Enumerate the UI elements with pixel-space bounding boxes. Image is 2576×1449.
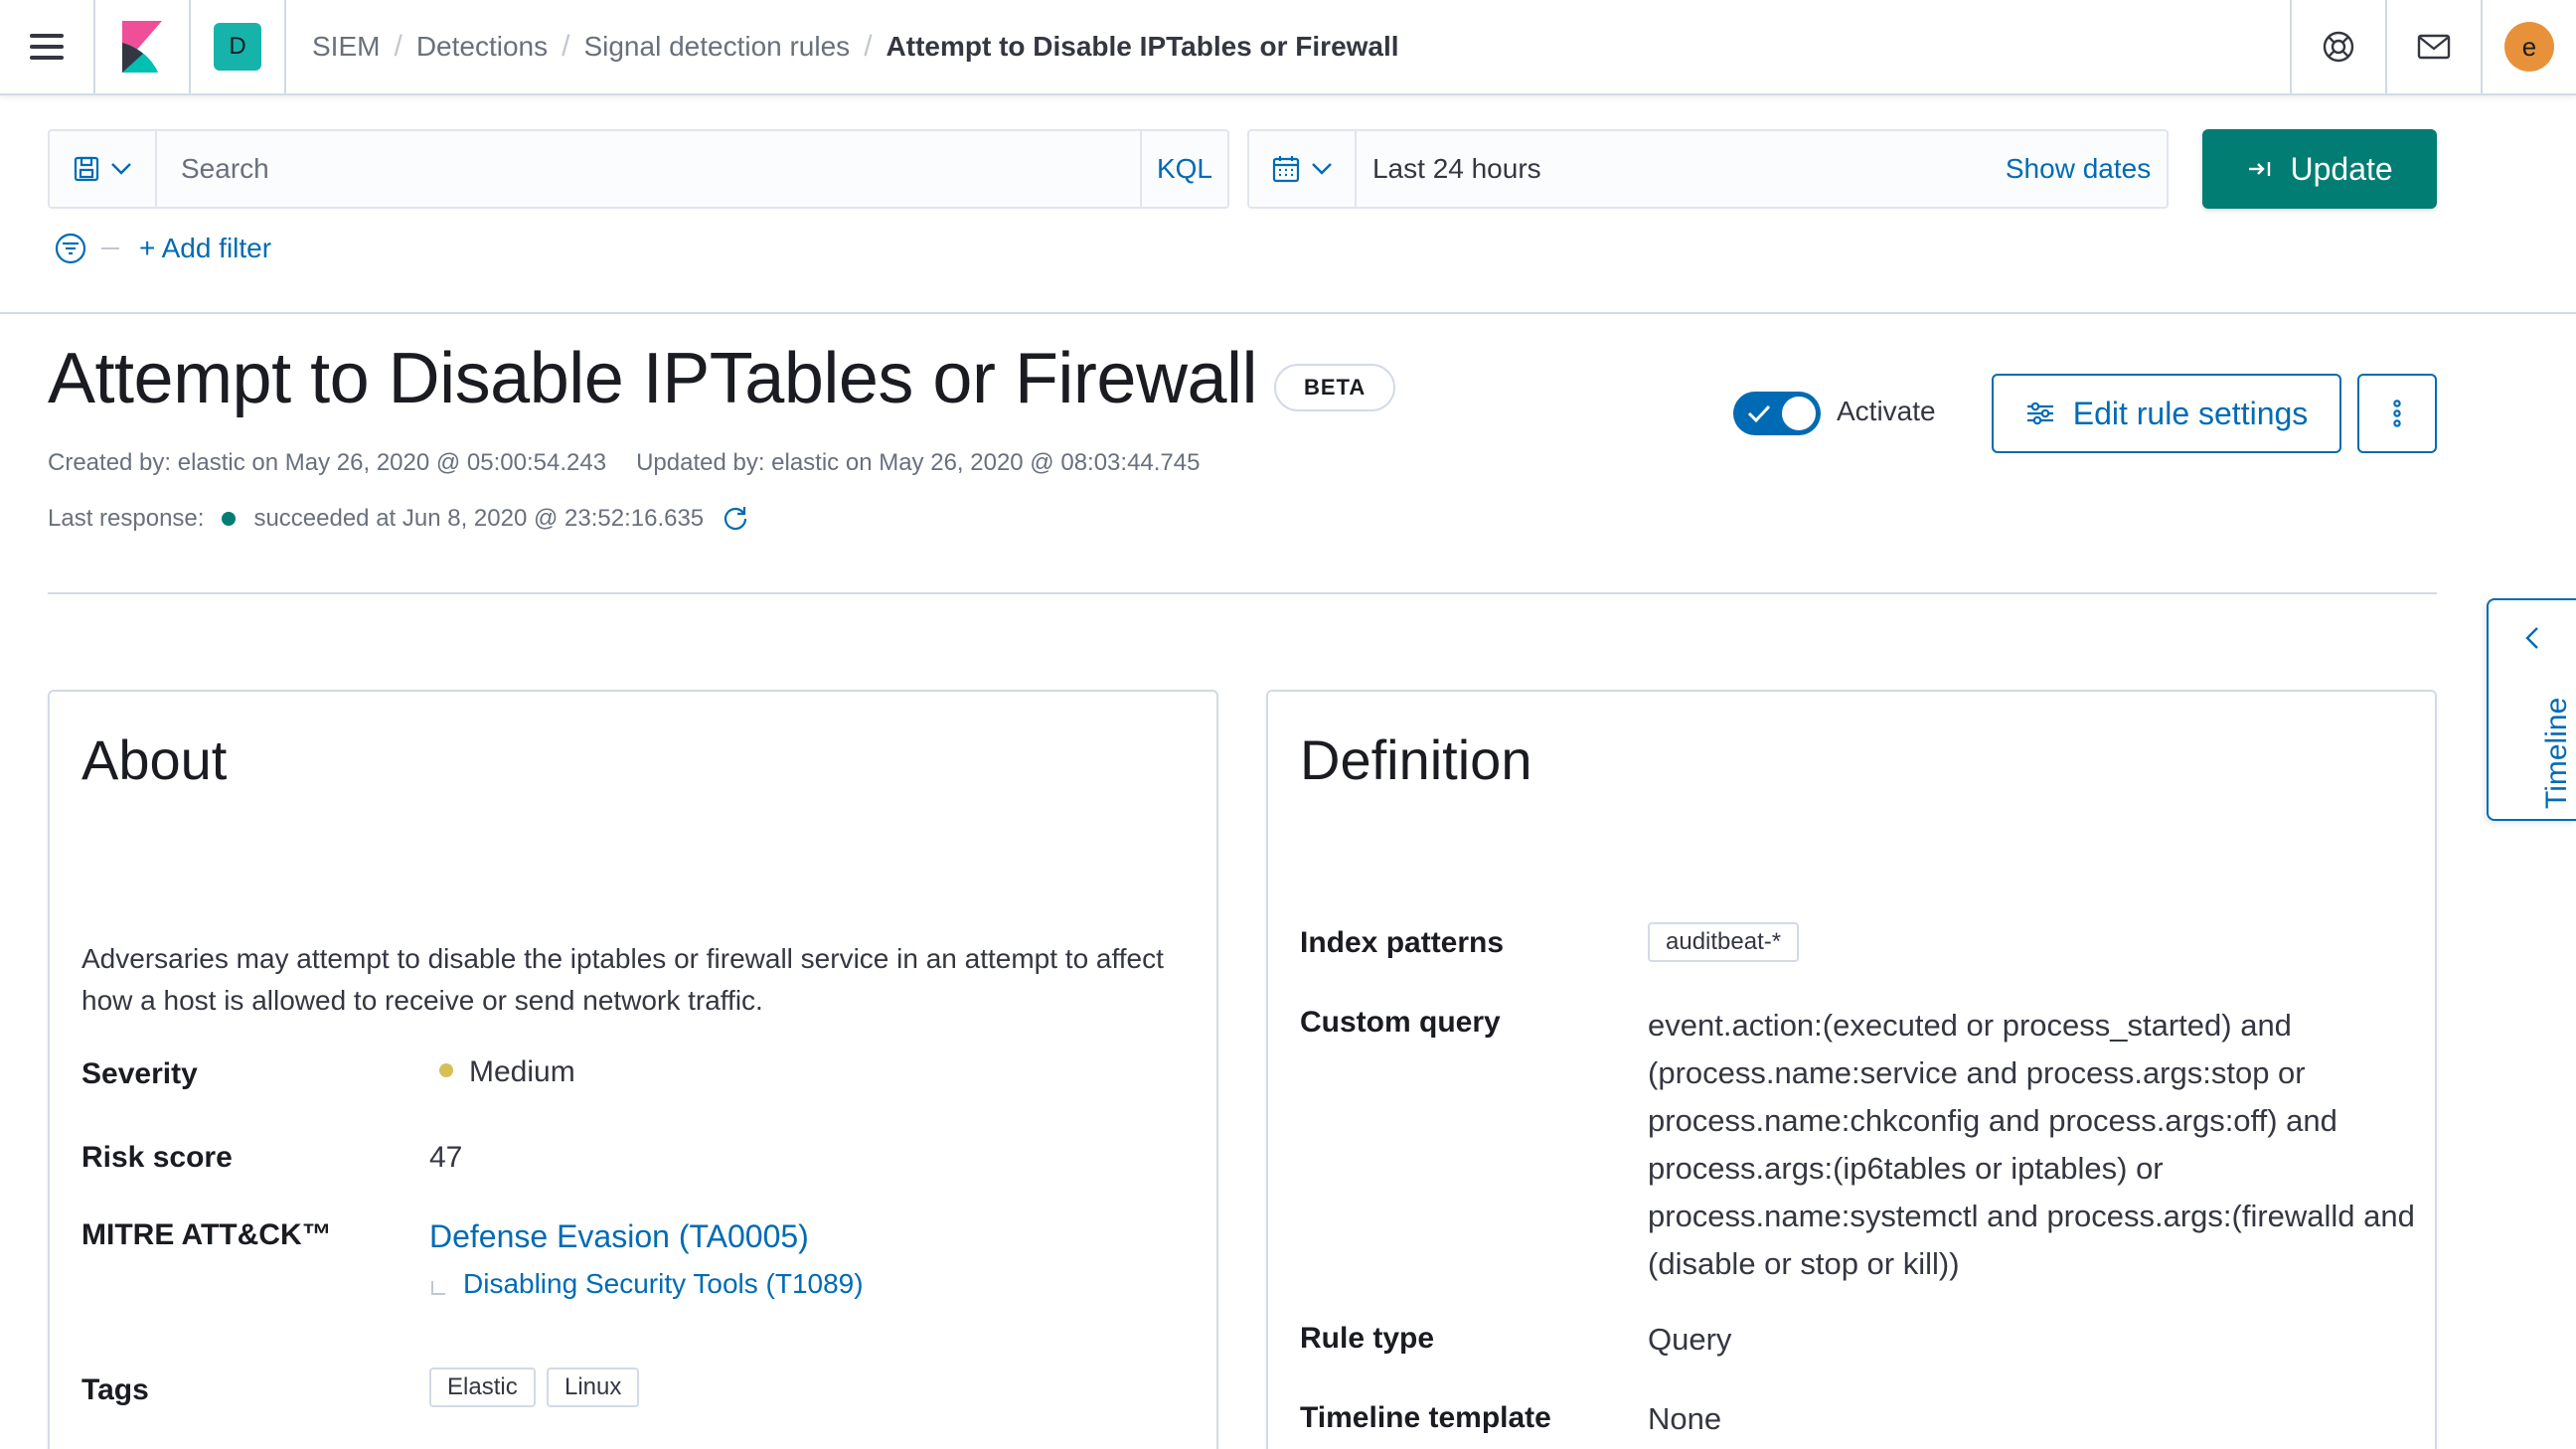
- mitre-label: MITRE ATT&CK™: [81, 1218, 332, 1251]
- mitre-technique-link[interactable]: Disabling Security Tools (T1089): [463, 1268, 864, 1300]
- search-input[interactable]: [157, 131, 1140, 207]
- page-title: Attempt to Disable IPTables or Firewall: [48, 339, 1257, 418]
- update-button[interactable]: Update: [2202, 129, 2437, 209]
- user-menu-button[interactable]: e: [2481, 0, 2576, 94]
- saved-query-button[interactable]: [50, 131, 157, 207]
- timeline-template-label: Timeline template: [1300, 1401, 1551, 1434]
- breadcrumb-siem[interactable]: SIEM: [312, 31, 380, 63]
- timeline-template-value: None: [1648, 1401, 1722, 1436]
- index-patterns-label: Index patterns: [1300, 926, 1505, 959]
- rule-description: Adversaries may attempt to disable the i…: [81, 943, 1164, 1016]
- activate-toggle[interactable]: [1733, 392, 1821, 435]
- refresh-icon[interactable]: [722, 505, 749, 533]
- menu-icon: [30, 34, 64, 60]
- breadcrumb-separator: /: [394, 30, 402, 63]
- risk-score-label: Risk score: [81, 1141, 233, 1174]
- query-bar: KQL Last 24 hours Show dates Update: [48, 129, 2437, 209]
- mitre-technique: Disabling Security Tools (T1089): [431, 1268, 864, 1300]
- space-selector[interactable]: D: [191, 0, 286, 94]
- divider: [0, 312, 2576, 314]
- tag-badge: Elastic: [429, 1368, 536, 1407]
- show-dates-link[interactable]: Show dates: [2006, 131, 2167, 207]
- chevron-down-icon: [111, 163, 131, 175]
- settings-icon: [2026, 402, 2053, 425]
- save-icon: [74, 156, 99, 182]
- filter-bar: + Add filter: [54, 231, 271, 266]
- date-picker: Last 24 hours Show dates: [1246, 129, 2170, 209]
- status-dot: [222, 512, 237, 526]
- last-response-time: at Jun 8, 2020 @ 23:52:16.635: [376, 505, 705, 532]
- definition-title: Definition: [1300, 728, 1532, 791]
- severity-value: Medium: [439, 1055, 575, 1089]
- last-response-label: Last response:: [48, 505, 205, 532]
- breadcrumb-signal-rules[interactable]: Signal detection rules: [583, 31, 850, 63]
- update-button-label: Update: [2290, 150, 2393, 187]
- custom-query-label: Custom query: [1300, 1006, 1501, 1039]
- tag-badge: Linux: [547, 1368, 640, 1407]
- definition-panel: Definition Index patterns auditbeat-* Cu…: [1266, 690, 2437, 1449]
- divider: [48, 592, 2437, 594]
- breadcrumb: SIEM / Detections / Signal detection rul…: [286, 30, 2290, 64]
- kibana-logo-button[interactable]: [95, 0, 191, 94]
- header-actions: e: [2290, 0, 2576, 94]
- updated-by: Updated by: elastic on May 26, 2020 @ 08…: [636, 449, 1201, 476]
- about-panel: About Adversaries may attempt to disable…: [48, 690, 1218, 1449]
- avatar: e: [2504, 22, 2554, 72]
- kibana-logo-icon: [122, 21, 162, 73]
- space-avatar: D: [214, 23, 261, 71]
- breadcrumb-separator: /: [864, 30, 873, 63]
- rule-type-label: Rule type: [1300, 1322, 1435, 1355]
- filter-divider: [101, 247, 119, 249]
- check-icon: [1747, 404, 1771, 423]
- custom-query-value: event.action:(executed or process_starte…: [1648, 1008, 2415, 1281]
- edit-rule-settings-button[interactable]: Edit rule settings: [1992, 374, 2341, 453]
- last-response: Last response: succeeded at Jun 8, 2020 …: [48, 505, 749, 533]
- more-vertical-icon: [2393, 400, 2401, 427]
- calendar-icon: [1272, 156, 1300, 183]
- activate-label: Activate: [1837, 396, 1936, 426]
- tags-label: Tags: [81, 1373, 149, 1406]
- breadcrumb-current: Attempt to Disable IPTables or Firewall: [886, 31, 1399, 62]
- timeline-flyout-button[interactable]: Timeline: [2487, 598, 2576, 821]
- add-filter-button[interactable]: + Add filter: [139, 233, 271, 264]
- severity-dot: [439, 1063, 453, 1078]
- risk-score-value: 47: [429, 1141, 463, 1174]
- help-icon: [2323, 31, 2354, 63]
- breadcrumb-separator: /: [562, 30, 570, 63]
- mitre-tactic-link[interactable]: Defense Evasion (TA0005): [429, 1218, 809, 1255]
- index-pattern-badge: auditbeat-*: [1648, 922, 1800, 962]
- toggle-knob: [1780, 395, 1818, 432]
- search-group: KQL: [48, 129, 1229, 209]
- chevron-left-icon: [2525, 627, 2538, 649]
- edit-rule-settings-label: Edit rule settings: [2072, 395, 2309, 431]
- tree-corner: [431, 1281, 445, 1295]
- chevron-down-icon: [1312, 163, 1332, 175]
- about-title: About: [81, 728, 228, 791]
- timeline-label: Timeline: [2540, 697, 2573, 809]
- more-actions-button[interactable]: [2357, 374, 2437, 453]
- created-by: Created by: elastic on May 26, 2020 @ 05…: [48, 449, 607, 476]
- date-range-text[interactable]: Last 24 hours: [1357, 131, 2006, 207]
- beta-badge: BETA: [1274, 364, 1396, 411]
- top-header: D SIEM / Detections / Signal detection r…: [0, 0, 2576, 95]
- menu-button[interactable]: [0, 0, 95, 94]
- rule-type-value: Query: [1648, 1322, 1732, 1357]
- help-button[interactable]: [2290, 0, 2385, 94]
- severity-text: Medium: [469, 1055, 575, 1088]
- newsfeed-button[interactable]: [2385, 0, 2481, 94]
- severity-label: Severity: [81, 1057, 198, 1090]
- mail-icon: [2417, 34, 2451, 60]
- breadcrumb-detections[interactable]: Detections: [416, 31, 548, 63]
- filter-icon[interactable]: [54, 232, 87, 265]
- refresh-icon: [2248, 162, 2270, 176]
- last-response-status: succeeded: [253, 505, 370, 532]
- rule-meta: Created by: elastic on May 26, 2020 @ 05…: [48, 449, 1200, 477]
- kql-button[interactable]: KQL: [1139, 131, 1227, 207]
- quick-date-button[interactable]: [1249, 131, 1357, 207]
